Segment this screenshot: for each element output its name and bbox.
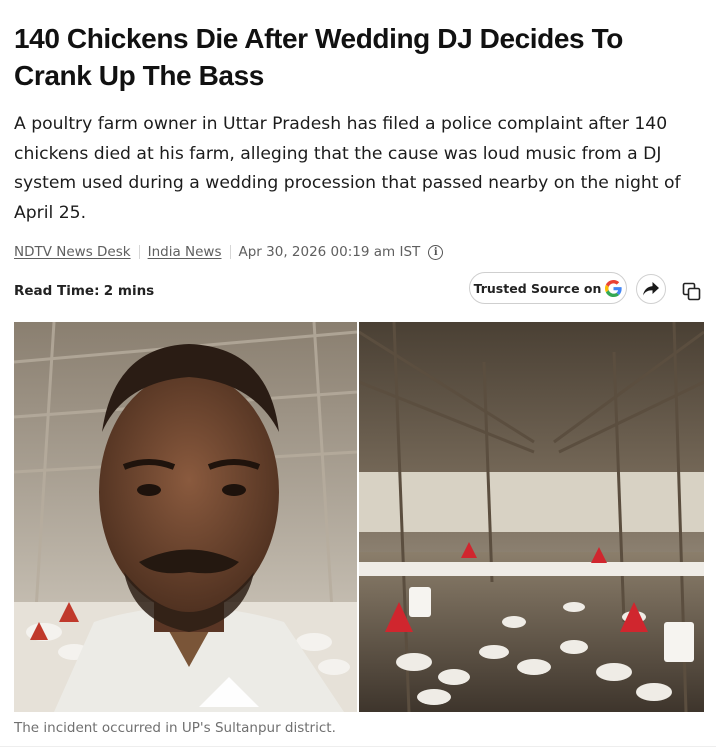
article-meta: NDTV News Desk India News Apr 30, 2026 0… — [14, 242, 444, 262]
article-summary: A poultry farm owner in Uttar Pradesh ha… — [14, 114, 681, 223]
copy-icon — [682, 282, 701, 301]
read-time: Read Time: 2 mins — [14, 283, 154, 299]
share-button[interactable] — [636, 274, 666, 304]
article-photo — [14, 322, 704, 712]
photo-caption: The incident occurred in UP's Sultanpur … — [14, 720, 336, 736]
copy-button[interactable] — [680, 280, 704, 304]
meta-divider — [138, 245, 140, 259]
share-arrow-icon — [643, 282, 659, 296]
bottom-divider — [0, 746, 716, 747]
meta-divider — [229, 245, 231, 259]
read-time-label: Read Time: — [14, 283, 100, 299]
info-icon[interactable]: i — [428, 244, 444, 260]
article-headline: 140 Chickens Die After Wedding DJ Decide… — [14, 23, 623, 91]
left-photo-panel — [14, 322, 358, 712]
publish-date: Apr 30, 2026 00:19 am IST — [238, 244, 421, 260]
category-link[interactable]: India News — [148, 244, 222, 260]
right-photo-panel — [358, 322, 704, 712]
read-time-value: 2 mins — [103, 283, 155, 299]
author-link[interactable]: NDTV News Desk — [14, 244, 131, 260]
trusted-source-label: Trusted Source on — [473, 280, 602, 296]
trusted-source-button[interactable]: Trusted Source on — [469, 272, 627, 304]
google-g-icon — [605, 279, 623, 297]
